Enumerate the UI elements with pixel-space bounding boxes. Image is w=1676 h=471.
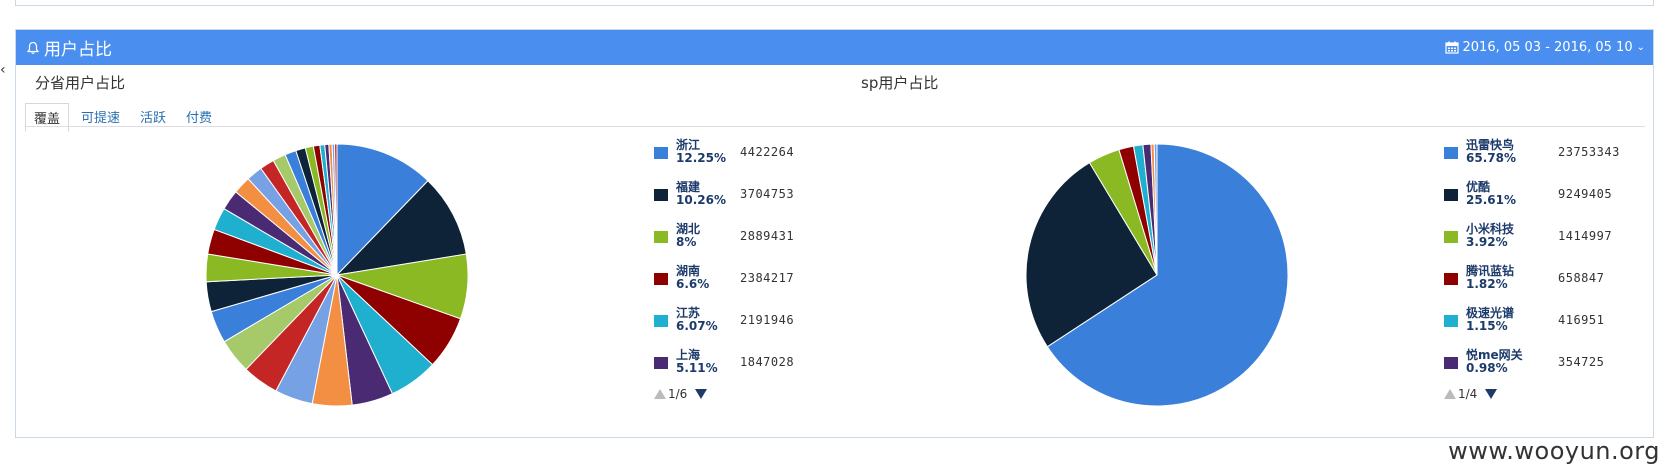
- legend-pct: 6.07%: [676, 319, 718, 333]
- tabs-divider: [25, 126, 1645, 127]
- legend-value: 23753343: [1558, 145, 1620, 159]
- legend-item[interactable]: 上海 5.11% 1847028: [654, 349, 854, 379]
- legend-value: 416951: [1558, 313, 1605, 327]
- chevron-left-icon[interactable]: ‹: [0, 62, 6, 78]
- tab-active[interactable]: 活跃: [132, 103, 174, 132]
- previous-panel-edge: [15, 0, 1654, 6]
- sp-section-title: sp用户占比: [861, 74, 939, 92]
- legend-item[interactable]: 浙江 12.25% 4422264: [654, 139, 854, 169]
- legend-name: 优酷: [1466, 180, 1491, 194]
- legend-value: 2384217: [740, 271, 795, 285]
- legend-pct: 0.98%: [1466, 361, 1508, 375]
- legend-value: 4422264: [740, 145, 795, 159]
- legend-name: 极速光谱: [1466, 306, 1515, 320]
- legend-item[interactable]: 福建 10.26% 3704753: [654, 181, 854, 211]
- legend-name: 上海: [676, 348, 701, 362]
- page-indicator: 1/4: [1458, 387, 1478, 401]
- legend-item[interactable]: 湖北 8% 2889431: [654, 223, 854, 253]
- legend-swatch: [1444, 273, 1458, 285]
- legend-swatch: [1444, 147, 1458, 159]
- legend-name: 福建: [676, 180, 701, 194]
- legend-value: 354725: [1558, 355, 1605, 369]
- tab-coverage[interactable]: 覆盖: [25, 103, 70, 132]
- legend-item[interactable]: 江苏 6.07% 2191946: [654, 307, 854, 337]
- legend-name: 江苏: [676, 306, 701, 320]
- legend-name: 湖北: [676, 222, 701, 236]
- legend-item[interactable]: 优酷 25.61% 9249405: [1444, 181, 1644, 211]
- legend-item[interactable]: 极速光谱 1.15% 416951: [1444, 307, 1644, 337]
- legend-swatch: [1444, 357, 1458, 369]
- panel-title: 用户占比: [44, 40, 112, 60]
- date-range-text: 2016, 05 03 - 2016, 05 10: [1462, 40, 1633, 55]
- legend-pct: 25.61%: [1466, 193, 1516, 207]
- province-pie-chart: [205, 143, 469, 407]
- chevron-down-icon: ⌄: [1636, 42, 1645, 53]
- page-up-icon[interactable]: [654, 389, 666, 399]
- page-down-icon[interactable]: [695, 389, 708, 399]
- legend-swatch: [1444, 231, 1458, 243]
- legend-item[interactable]: 悦me网关 0.98% 354725: [1444, 349, 1644, 379]
- province-tabs: 覆盖 可提速 活跃 付费: [25, 103, 224, 132]
- legend-pct: 3.92%: [1466, 235, 1508, 249]
- legend-value: 9249405: [1558, 187, 1613, 201]
- legend-pct: 1.15%: [1466, 319, 1508, 333]
- sp-pie-chart: [1025, 143, 1289, 407]
- legend-swatch: [654, 189, 668, 201]
- province-legend-pager: 1/6: [654, 387, 708, 401]
- sp-legend-pager: 1/4: [1444, 387, 1498, 401]
- legend-value: 658847: [1558, 271, 1605, 285]
- user-share-panel: 用户占比 2016, 05 03 - 2016, 05 10 ⌄ 分省用户占比 …: [15, 29, 1654, 438]
- legend-pct: 65.78%: [1466, 151, 1516, 165]
- legend-name: 湖南: [676, 264, 701, 278]
- page-indicator: 1/6: [668, 387, 688, 401]
- legend-name: 腾讯蓝钻: [1466, 264, 1515, 278]
- legend-pct: 1.82%: [1466, 277, 1508, 291]
- legend-item[interactable]: 小米科技 3.92% 1414997: [1444, 223, 1644, 253]
- legend-swatch: [654, 315, 668, 327]
- legend-item[interactable]: 湖南 6.6% 2384217: [654, 265, 854, 295]
- legend-value: 1847028: [740, 355, 795, 369]
- tab-paid[interactable]: 付费: [178, 103, 220, 132]
- legend-name: 小米科技: [1466, 222, 1515, 236]
- calendar-icon: [1444, 41, 1459, 54]
- page-down-icon[interactable]: [1485, 389, 1498, 399]
- legend-swatch: [654, 357, 668, 369]
- page-up-icon[interactable]: [1444, 389, 1456, 399]
- legend-swatch: [654, 273, 668, 285]
- watermark: www.wooyun.org: [1448, 437, 1660, 465]
- legend-name: 悦me网关: [1466, 348, 1523, 362]
- legend-pct: 10.26%: [676, 193, 726, 207]
- panel-header: 用户占比 2016, 05 03 - 2016, 05 10 ⌄: [16, 30, 1653, 65]
- legend-item[interactable]: 迅雷快鸟 65.78% 23753343: [1444, 139, 1644, 169]
- legend-swatch: [654, 147, 668, 159]
- legend-name: 浙江: [676, 138, 701, 152]
- tab-speedup[interactable]: 可提速: [73, 103, 128, 132]
- province-section-title: 分省用户占比: [35, 74, 126, 92]
- panel-title-wrap: 用户占比: [26, 30, 112, 65]
- legend-swatch: [654, 231, 668, 243]
- legend-pct: 6.6%: [676, 277, 710, 291]
- legend-value: 1414997: [1558, 229, 1613, 243]
- legend-value: 2191946: [740, 313, 795, 327]
- legend-value: 3704753: [740, 187, 795, 201]
- legend-pct: 5.11%: [676, 361, 718, 375]
- legend-item[interactable]: 腾讯蓝钻 1.82% 658847: [1444, 265, 1644, 295]
- legend-name: 迅雷快鸟: [1466, 138, 1515, 152]
- legend-swatch: [1444, 189, 1458, 201]
- legend-pct: 12.25%: [676, 151, 726, 165]
- bell-icon: [26, 41, 40, 54]
- legend-pct: 8%: [676, 235, 697, 249]
- legend-swatch: [1444, 315, 1458, 327]
- date-range-picker[interactable]: 2016, 05 03 - 2016, 05 10 ⌄: [1444, 30, 1645, 65]
- legend-value: 2889431: [740, 229, 795, 243]
